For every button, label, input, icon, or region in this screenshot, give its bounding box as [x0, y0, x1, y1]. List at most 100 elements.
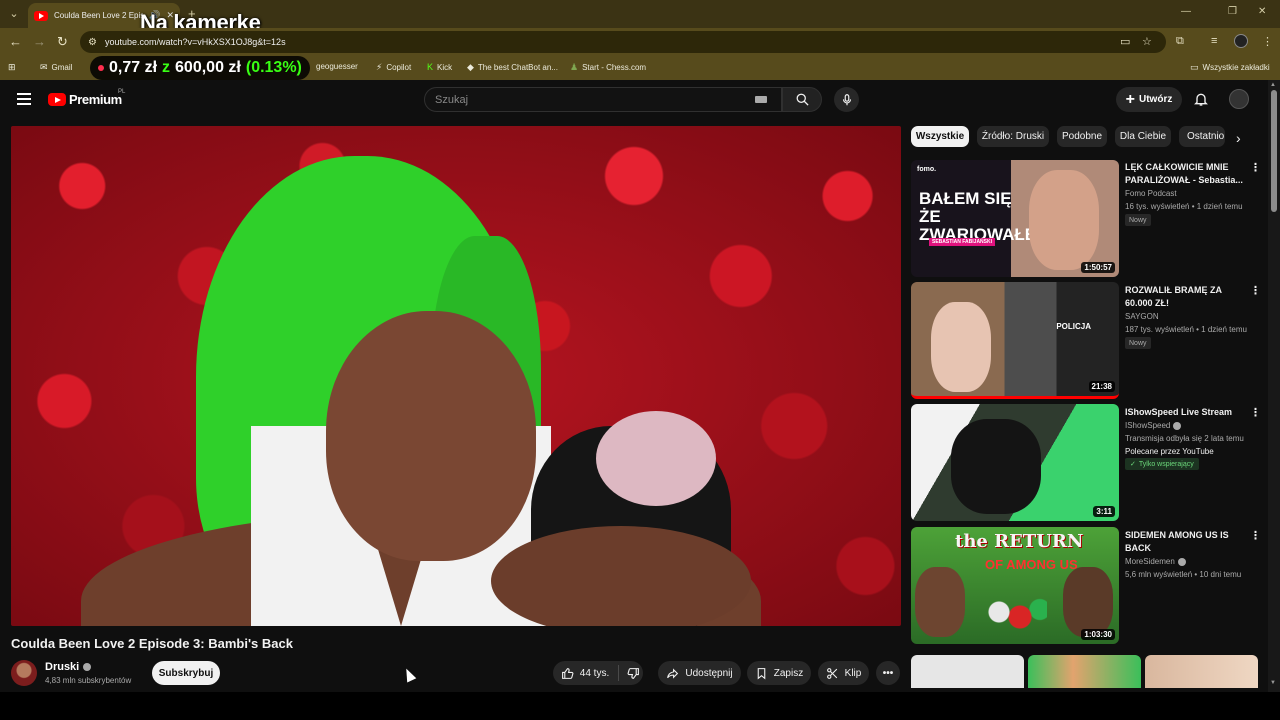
keyboard-icon[interactable]: [755, 96, 767, 103]
thumb-logo: fomo.: [917, 166, 937, 173]
tab-search-button[interactable]: ⌄: [6, 6, 22, 22]
browser-profile-avatar[interactable]: [1234, 34, 1248, 48]
subscribe-button[interactable]: Subskrybuj: [152, 661, 220, 685]
microphone-icon: [842, 93, 851, 105]
chip-from-druski[interactable]: Źródło: Druski: [977, 126, 1049, 147]
related-meta-1: 16 tys. wyświetleń • 1 dzień temu: [1125, 202, 1243, 211]
restore-icon[interactable]: ❐: [1228, 6, 1237, 17]
duration-badge: 1:50:57: [1081, 262, 1115, 273]
shelf-thumbnail-3[interactable]: [1145, 655, 1258, 688]
address-bar[interactable]: ⚙ youtube.com/watch?v=vHkXSX1OJ8g&t=12s: [80, 31, 1166, 53]
bookmark-copilot[interactable]: ⚡ Copilot: [376, 62, 411, 73]
youtube-favicon-icon: [34, 10, 48, 21]
voice-search-button[interactable]: [834, 87, 859, 112]
scrollbar-thumb[interactable]: [1271, 90, 1277, 212]
like-count: 44 tys.: [579, 667, 610, 679]
thumb-person-left: [915, 567, 965, 637]
video-frame-baby-hat: [596, 411, 716, 506]
browser-menu-icon[interactable]: ⋮: [1262, 35, 1273, 48]
thumbs-down-icon: [627, 667, 639, 679]
related-thumbnail-2[interactable]: POLICJA 21:38: [911, 282, 1119, 399]
thumb-among-us-text: OF AMONG US: [985, 557, 1078, 572]
related-title-3[interactable]: IShowSpeed Live Stream: [1125, 406, 1247, 419]
gmail-icon: ✉: [40, 62, 48, 72]
save-button[interactable]: Zapisz: [747, 661, 811, 685]
bookmark-kick[interactable]: K Kick: [427, 62, 452, 72]
chip-related[interactable]: Podobne: [1057, 126, 1107, 147]
share-button[interactable]: Udostępnij: [658, 661, 741, 685]
reload-icon[interactable]: ↻: [57, 34, 68, 50]
forward-arrow-icon[interactable]: →: [33, 34, 46, 49]
close-window-icon[interactable]: ✕: [1258, 6, 1266, 17]
video-frame-face: [326, 311, 536, 561]
more-actions-button[interactable]: •••: [876, 661, 900, 685]
search-input[interactable]: Szukaj: [424, 87, 782, 112]
youtube-logo-icon[interactable]: [48, 93, 66, 106]
related-channel-2[interactable]: SAYGON: [1125, 312, 1159, 321]
ticker-percent: (0.13%): [245, 59, 302, 76]
thumb-headline: BAŁEM SIĘ ŻE ZWARIOWAŁEM: [919, 189, 1051, 244]
related-menu-icon-2[interactable]: ⋮: [1250, 284, 1261, 297]
channel-name[interactable]: Druski: [45, 661, 92, 673]
related-thumbnail-3[interactable]: 3:11: [911, 404, 1119, 521]
related-channel-4[interactable]: MoreSidemen: [1125, 557, 1186, 566]
related-channel-3[interactable]: IShowSpeed: [1125, 421, 1182, 430]
related-menu-icon-3[interactable]: ⋮: [1250, 406, 1261, 419]
address-url: youtube.com/watch?v=vHkXSX1OJ8g&t=12s: [104, 37, 286, 47]
related-menu-icon-1[interactable]: ⋮: [1250, 161, 1261, 174]
extensions-icon[interactable]: ⧉: [1176, 35, 1184, 48]
create-button[interactable]: + Utwórz: [1116, 87, 1182, 112]
minimize-icon[interactable]: —: [1181, 6, 1191, 17]
account-avatar[interactable]: [1229, 89, 1249, 109]
related-menu-icon-4[interactable]: ⋮: [1250, 529, 1261, 542]
chip-all[interactable]: Wszystkie: [911, 126, 969, 147]
scroll-down-icon[interactable]: ▼: [1270, 680, 1276, 686]
like-button[interactable]: 44 tys.: [553, 661, 617, 685]
bookmark-chatbot[interactable]: ◆ The best ChatBot an...: [467, 62, 558, 73]
youtube-logo-text[interactable]: Premium: [69, 92, 122, 107]
video-player[interactable]: [11, 126, 901, 626]
new-badge-2: Nowy: [1125, 337, 1151, 349]
duration-badge: 3:11: [1093, 506, 1115, 517]
bookmark-geoguesser[interactable]: geoguesser: [316, 62, 358, 71]
related-title-4[interactable]: SIDEMEN AMONG US IS BACK: [1125, 529, 1247, 555]
bookmark-gmail[interactable]: ✉ Gmail: [40, 62, 72, 73]
hamburger-menu-icon[interactable]: [17, 93, 31, 105]
scroll-up-icon[interactable]: ▲: [1270, 82, 1276, 88]
thumb-person-right: [1063, 567, 1113, 637]
chips-next-chevron-icon[interactable]: ›: [1236, 130, 1241, 146]
chatbot-icon: ◆: [467, 62, 474, 72]
thumb-silhouette: [951, 419, 1041, 514]
screen-bottom-edge: [0, 692, 1280, 720]
notifications-bell-icon[interactable]: [1193, 90, 1209, 108]
shelf-thumbnail-1[interactable]: [911, 655, 1024, 688]
chip-recent[interactable]: Ostatnio: [1179, 126, 1225, 147]
all-bookmarks-folder[interactable]: ▭ Wszystkie zakładki: [1190, 62, 1270, 73]
related-channel-3-label: IShowSpeed: [1125, 421, 1171, 430]
related-thumbnail-4[interactable]: the RETURN OF AMONG US 1:03:30: [911, 527, 1119, 644]
site-info-icon[interactable]: ⚙: [88, 37, 97, 48]
ticker-value: 0,77 zł: [109, 59, 158, 76]
channel-avatar[interactable]: [11, 660, 37, 686]
clip-button[interactable]: Klip: [818, 661, 869, 685]
back-arrow-icon[interactable]: ←: [9, 34, 22, 49]
shelf-thumbnail-2[interactable]: [1028, 655, 1141, 688]
related-thumbnail-1[interactable]: fomo. BAŁEM SIĘ ŻE ZWARIOWAŁEM SEBASTIAN…: [911, 160, 1119, 277]
bookmark-icon: [757, 667, 766, 680]
related-title-1[interactable]: LĘK CAŁKOWICIE MNIE PARALIŻOWAŁ - Sebast…: [1125, 161, 1247, 187]
chip-for-you[interactable]: Dla Ciebie: [1115, 126, 1171, 147]
search-button[interactable]: [782, 87, 822, 112]
bookmark-star-icon[interactable]: ☆: [1142, 35, 1152, 48]
cast-icon[interactable]: ▭: [1120, 35, 1130, 48]
share-label: Udostępnij: [685, 667, 733, 679]
apps-grid-icon[interactable]: ⊞: [8, 62, 16, 73]
related-title-2[interactable]: ROZWALIŁ BRAMĘ ZA 60.000 ZŁ!: [1125, 284, 1247, 310]
search-placeholder: Szukaj: [435, 93, 469, 106]
dislike-button[interactable]: [619, 661, 647, 685]
ticker-goal: 600,00 zł: [175, 59, 241, 76]
mouse-cursor-icon: [401, 666, 417, 683]
bookmark-chess[interactable]: ♟ Start - Chess.com: [570, 62, 646, 73]
related-channel-1[interactable]: Fomo Podcast: [1125, 189, 1177, 198]
verified-check-icon: [1173, 421, 1182, 430]
reading-list-icon[interactable]: ≡: [1211, 35, 1217, 47]
